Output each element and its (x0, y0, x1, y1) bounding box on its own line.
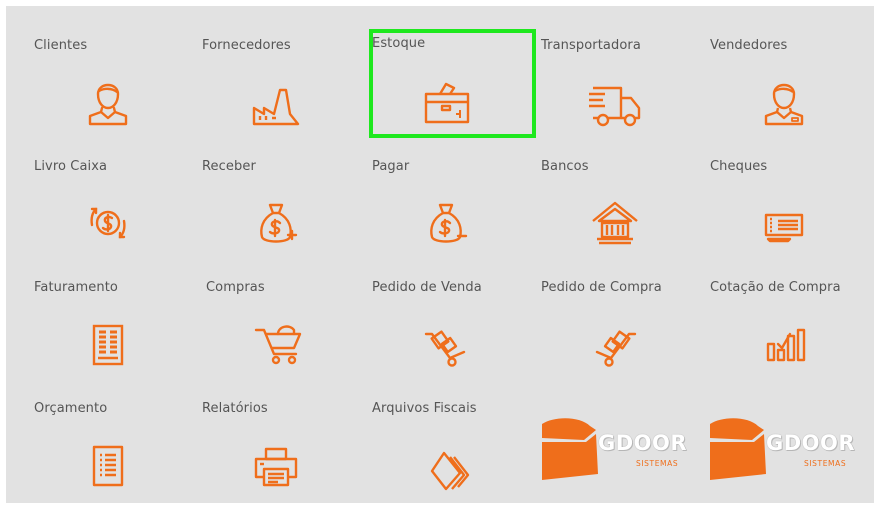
person-icon (78, 70, 138, 130)
tile-label: Compras (206, 280, 265, 295)
tile-label: Pagar (372, 159, 410, 174)
tile-label: Fornecedores (202, 38, 291, 53)
tile-label: Cotação de Compra (710, 280, 841, 295)
tile-label: Pedido de Compra (541, 280, 662, 295)
hand-truck-icon (585, 312, 645, 372)
tile-arquivos-fiscais[interactable]: Arquivos Fiscais (372, 401, 532, 511)
tile-fornecedores[interactable]: Fornecedores (202, 38, 362, 148)
tile-bancos[interactable]: Bancos (541, 159, 701, 269)
tile-livro-caixa[interactable]: Livro Caixa (34, 159, 194, 269)
logo-brand: GDOOR (598, 431, 688, 455)
tile-label: Orçamento (34, 401, 108, 416)
printer-icon (246, 433, 306, 493)
selection-highlight (369, 29, 536, 138)
tile-label: Faturamento (34, 280, 118, 295)
check-icon (754, 191, 814, 251)
tile-pagar[interactable]: Pagar (372, 159, 532, 269)
tile-label: Cheques (710, 159, 768, 174)
tile-receber[interactable]: Receber (202, 159, 362, 269)
tile-clientes[interactable]: Clientes (34, 38, 194, 148)
logo-brand: GDOOR (766, 431, 856, 455)
tile-relatorios[interactable]: Relatórios (202, 401, 362, 511)
tile-label: Bancos (541, 159, 589, 174)
gdoor-logo: GDOOR SISTEMAS (708, 416, 873, 488)
document-list-icon (78, 433, 138, 493)
bar-chart-check-icon (754, 312, 814, 372)
tile-vendedores[interactable]: Vendedores (710, 38, 870, 148)
logo-sub: SISTEMAS (804, 459, 847, 468)
tile-label: Arquivos Fiscais (372, 401, 477, 416)
logo-sub: SISTEMAS (636, 459, 679, 468)
coin-cycle-icon (78, 191, 138, 251)
tile-pedido-venda[interactable]: Pedido de Venda (372, 280, 532, 390)
tile-label: Clientes (34, 38, 88, 53)
tile-label: Vendedores (710, 38, 788, 53)
tile-label: Transportadora (541, 38, 641, 53)
invoice-icon (78, 312, 138, 372)
tile-label: Relatórios (202, 401, 268, 416)
bank-icon (585, 191, 645, 251)
tile-compras[interactable]: Compras (206, 280, 366, 390)
tile-orcamento[interactable]: Orçamento (34, 401, 194, 511)
tile-transportadora[interactable]: Transportadora (541, 38, 701, 148)
gdoor-logo: GDOOR SISTEMAS (540, 416, 705, 488)
tile-pedido-compra[interactable]: Pedido de Compra (541, 280, 701, 390)
cart-icon (250, 312, 310, 372)
truck-icon (585, 70, 645, 130)
tile-faturamento[interactable]: Faturamento (34, 280, 194, 390)
tile-label: Pedido de Venda (372, 280, 482, 295)
tile-label: Receber (202, 159, 256, 174)
stacked-files-icon (416, 433, 476, 493)
tile-cheques[interactable]: Cheques (710, 159, 870, 269)
tile-label: Livro Caixa (34, 159, 108, 174)
hand-truck-icon (416, 312, 476, 372)
tile-cotacao-compra[interactable]: Cotação de Compra (710, 280, 870, 390)
person-badge-icon (754, 70, 814, 130)
factory-icon (246, 70, 306, 130)
money-bag-minus-icon (416, 191, 476, 251)
money-bag-plus-icon (246, 191, 306, 251)
